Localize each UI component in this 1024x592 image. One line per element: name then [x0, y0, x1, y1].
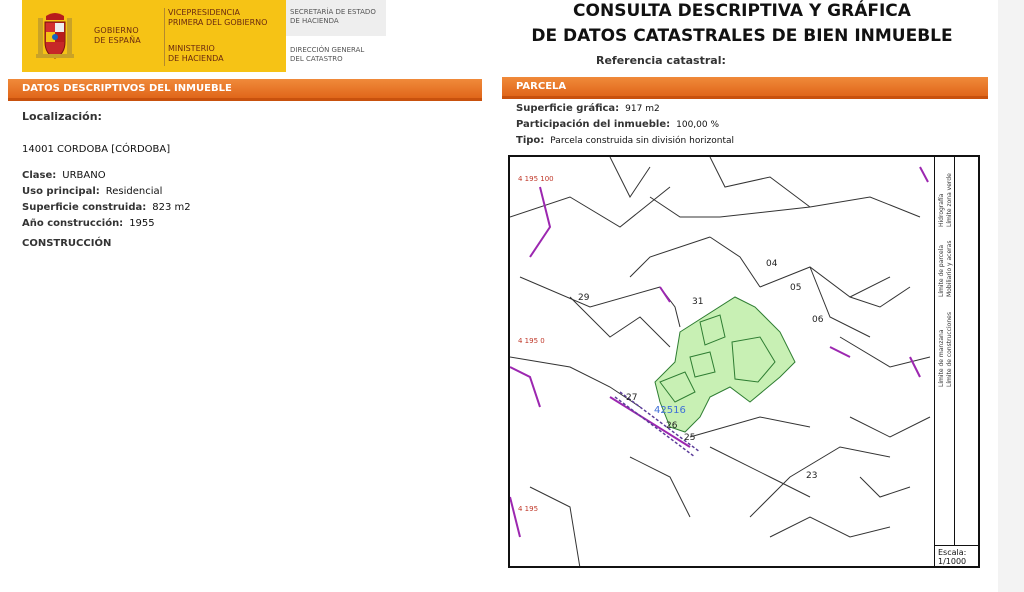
parcel-number-31: 31 — [692, 297, 704, 307]
parcel-number-06: 06 — [812, 315, 824, 325]
vice-line-1: VICEPRESIDENCIA — [168, 8, 240, 17]
uso-key: Uso principal: — [22, 186, 100, 197]
coord-top-label: 4 195 100 — [518, 175, 554, 183]
legend-hidrografia: Hidrografía — [938, 193, 945, 227]
cadastral-reference-label: Referencia catastral: — [596, 54, 726, 67]
ministry-line-1: MINISTERIO — [168, 44, 215, 53]
parcel-number-25: 25 — [684, 433, 696, 443]
graphic-surface-row: Superficie gráfica: 917 m2 — [516, 103, 660, 114]
parcel-number-29: 29 — [578, 293, 590, 303]
descriptive-data-bar: DATOS DESCRIPTIVOS DEL INMUEBLE — [8, 79, 482, 101]
parcel-number-27: 27 — [626, 393, 638, 403]
uso-value: Residencial — [105, 186, 163, 197]
location-value: 14001 CORDOBA [CÓRDOBA] — [22, 144, 171, 155]
gov-line-2: DE ESPAÑA — [94, 36, 141, 45]
anio-row: Año construcción: 1955 — [22, 218, 155, 229]
sec-line-2: DE HACIENDA — [290, 17, 339, 25]
page-header: GOBIERNO DE ESPAÑA VICEPRESIDENCIA PRIME… — [0, 0, 1024, 74]
sec-line-1: SECRETARÍA DE ESTADO — [290, 8, 376, 16]
gov-name: GOBIERNO DE ESPAÑA — [94, 26, 141, 46]
clase-key: Clase: — [22, 170, 57, 181]
legend-zona-verde: Límite zona verde — [946, 173, 953, 227]
coord-mid-label: 4 195 0 — [518, 337, 545, 345]
parcel-reference-number: 42516 — [654, 405, 686, 416]
graphic-surface-key: Superficie gráfica: — [516, 103, 620, 114]
legend-mobiliario: Mobiliario y aceras — [946, 240, 953, 297]
parcel-number-26: 26 — [666, 421, 678, 431]
clase-value: URBANO — [62, 170, 106, 181]
government-logo-block: GOBIERNO DE ESPAÑA VICEPRESIDENCIA PRIME… — [22, 0, 286, 72]
graphic-surface-value: 917 m2 — [625, 104, 660, 114]
type-value: Parcela construida sin división horizont… — [550, 136, 734, 146]
gov-line-1: GOBIERNO — [94, 26, 139, 35]
legend-column-2 — [954, 157, 978, 545]
secretariat-block: SECRETARÍA DE ESTADO DE HACIENDA — [286, 0, 386, 36]
legend-column-1: Límite de manzana Límite de parcela Hidr… — [934, 157, 954, 545]
document-title-line-2: DE DATOS CATASTRALES DE BIEN INMUEBLE — [531, 26, 953, 46]
anio-value: 1955 — [129, 218, 155, 229]
participation-row: Participación del inmueble: 100,00 % — [516, 119, 719, 130]
parcel-number-23: 23 — [806, 471, 818, 481]
ministry-line-2: DE HACIENDA — [168, 54, 224, 63]
coat-of-arms-icon — [36, 13, 74, 59]
ministry-name: MINISTERIO DE HACIENDA — [168, 44, 224, 64]
scale-label: Escala: — [938, 548, 967, 557]
dir-line-1: DIRECCIÓN GENERAL — [290, 46, 365, 54]
legend-manzana: Límite de manzana — [938, 329, 945, 387]
scale-value: 1/1000 — [938, 557, 967, 566]
vice-line-2: PRIMERA DEL GOBIERNO — [168, 18, 268, 27]
type-key: Tipo: — [516, 135, 545, 146]
parcel-bar: PARCELA — [502, 77, 988, 99]
construction-table-area — [14, 252, 484, 592]
participation-key: Participación del inmueble: — [516, 119, 671, 130]
uso-row: Uso principal: Residencial — [22, 186, 162, 197]
map-drawing — [510, 157, 931, 566]
location-label: Localización: — [22, 110, 102, 123]
participation-value: 100,00 % — [676, 120, 720, 130]
coord-bottom-label: 4 195 — [518, 505, 539, 513]
superficie-key: Superficie construida: — [22, 202, 147, 213]
legend-parcela: Límite de parcela — [938, 244, 945, 297]
scale-box: Escala: 1/1000 — [934, 545, 978, 566]
clase-row: Clase: URBANO — [22, 170, 106, 181]
legend-construcciones: Límite de construcciones — [946, 312, 953, 387]
parcel-number-04: 04 — [766, 259, 778, 269]
directorate-name: DIRECCIÓN GENERAL DEL CATASTRO — [290, 46, 364, 64]
construction-label: CONSTRUCCIÓN — [22, 238, 112, 249]
right-margin-strip — [998, 0, 1024, 592]
cadastral-map[interactable]: 4 195 100 4 195 0 4 195 04 05 06 29 31 2… — [508, 155, 980, 568]
logo-separator — [164, 8, 165, 66]
anio-key: Año construcción: — [22, 218, 124, 229]
dir-line-2: DEL CATASTRO — [290, 55, 343, 63]
superficie-row: Superficie construida: 823 m2 — [22, 202, 191, 213]
vicepresidency-name: VICEPRESIDENCIA PRIMERA DEL GOBIERNO — [168, 8, 267, 28]
document-title-line-1: CONSULTA DESCRIPTIVA Y GRÁFICA — [573, 1, 911, 21]
secretariat-name: SECRETARÍA DE ESTADO DE HACIENDA — [290, 8, 376, 26]
type-row: Tipo: Parcela construida sin división hor… — [516, 135, 734, 146]
superficie-value: 823 m2 — [152, 202, 191, 213]
parcel-number-05: 05 — [790, 283, 802, 293]
